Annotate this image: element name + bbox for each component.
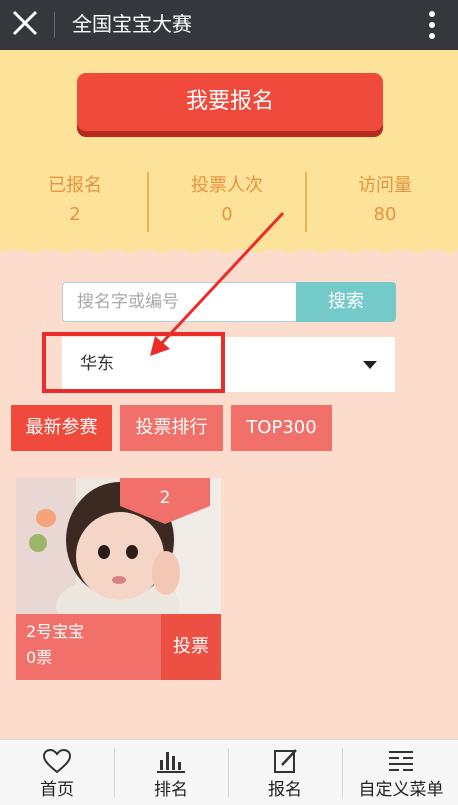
more-options-icon[interactable] [420,6,444,44]
signup-button[interactable]: 我要报名 [77,73,383,131]
search-input[interactable]: 搜名字或编号 [62,282,296,322]
stat-divider [147,172,149,232]
tab-latest[interactable]: 最新参赛 [11,405,112,451]
nav-home[interactable]: 首页 [0,740,114,805]
bar-chart-icon [157,752,185,773]
nav-label: 排名 [154,780,188,800]
wavy-edge [0,236,458,254]
close-icon[interactable] [10,8,40,38]
stat-value: 0 [221,204,233,225]
title-divider [54,12,55,38]
vote-button[interactable]: 投票 [161,614,221,680]
entry-name: 2号宝宝 [26,622,85,641]
entry-number: 2 [159,488,171,508]
title-bar: 全国宝宝大赛 [0,0,458,50]
stat-label: 访问量 [358,175,412,196]
entry-votes: 0票 [26,648,53,667]
entry-card[interactable]: 2 2号宝宝 0票 投票 [16,478,221,680]
search-button[interactable]: 搜索 [296,282,396,322]
heart-icon [42,748,72,774]
entry-info: 2号宝宝 0票 [16,614,161,680]
nav-label: 报名 [268,780,302,800]
bottom-nav: 首页 排名 报名 自定义菜单 [0,739,458,805]
nav-label: 自定义菜单 [358,780,444,800]
dropdown-arrow-icon [363,361,377,369]
tab-top300[interactable]: TOP300 [231,405,332,451]
stat-label: 投票人次 [191,175,263,196]
edit-icon [274,749,297,773]
annotation-highlight-box [42,332,225,393]
tab-vote-ranking[interactable]: 投票排行 [120,405,223,451]
nav-signup[interactable]: 报名 [228,740,342,805]
menu-list-icon [389,751,413,771]
nav-label: 首页 [40,780,74,800]
stat-label: 已报名 [48,175,102,196]
nav-custom-menu[interactable]: 自定义菜单 [344,740,458,805]
page-title: 全国宝宝大赛 [72,12,192,36]
nav-divider [342,748,343,798]
stat-visits: 访问量 80 [310,172,458,230]
stat-value: 80 [373,204,397,225]
entry-number-badge: 2 [120,478,210,524]
nav-ranking[interactable]: 排名 [114,740,228,805]
stat-registered: 已报名 2 [0,172,150,230]
stat-value: 2 [69,204,81,225]
stat-divider [305,172,307,232]
stat-votes: 投票人次 0 [152,172,302,230]
